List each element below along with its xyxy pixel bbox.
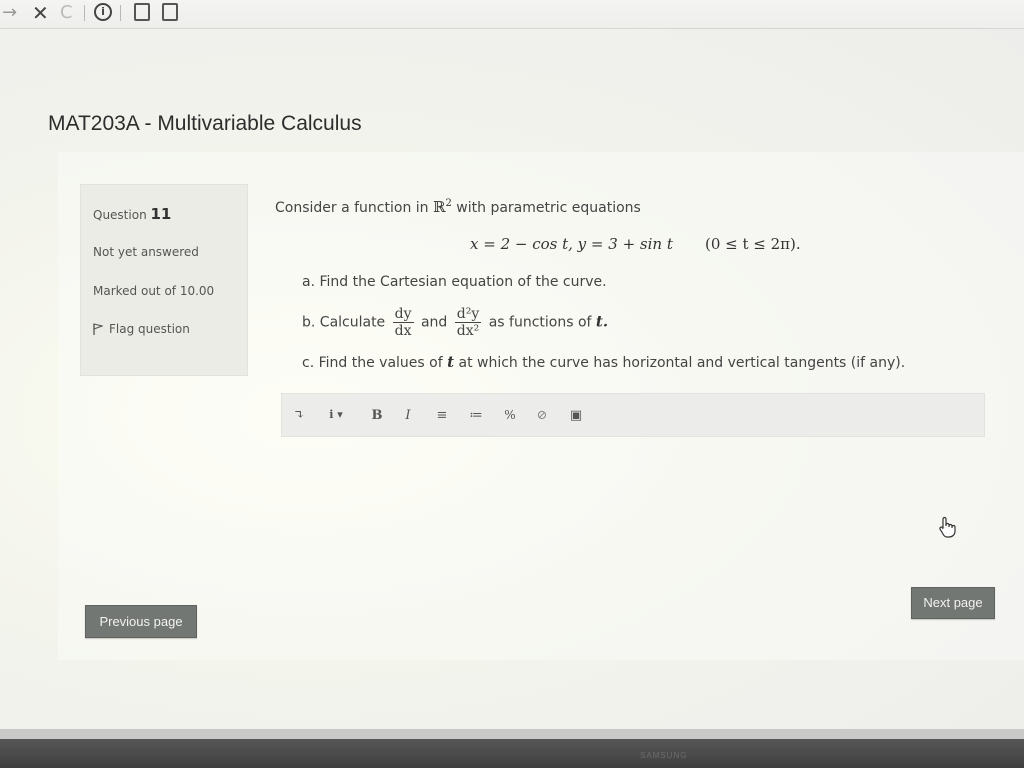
question-status: Not yet answered — [93, 245, 199, 259]
question-intro: Consider a function in ℝ2 with parametri… — [275, 198, 641, 216]
bezel-gap — [0, 729, 1024, 739]
italic-button[interactable]: I — [402, 408, 414, 424]
question-number-row: Question 11 — [93, 205, 171, 223]
answer-editor-toolbar: ↴ i ▾ B I ≡ ≔ % ⊘ ▣ — [281, 393, 985, 437]
parameter-domain: (0 ≤ t ≤ 2π). — [705, 235, 801, 253]
calculator-icon[interactable] — [162, 3, 178, 21]
unlink-icon[interactable]: ⊘ — [534, 408, 550, 424]
reload-icon[interactable]: C — [60, 2, 73, 24]
insert-image-icon[interactable]: ▣ — [568, 408, 584, 424]
question-number: 11 — [150, 205, 172, 223]
part-b-and: and — [420, 314, 448, 331]
monitor-brand: SAMSUNG — [640, 751, 688, 760]
next-page-button[interactable]: Next page — [911, 587, 995, 619]
hand-cursor-icon — [939, 516, 956, 538]
part-a: a. Find the Cartesian equation of the cu… — [302, 274, 607, 290]
first-derivative-fraction: dy dx — [392, 306, 414, 339]
flag-question-label: Flag question — [109, 322, 190, 336]
part-c-text-end: at which the curve has horizontal and ve… — [458, 355, 906, 371]
previous-page-button[interactable]: Previous page — [85, 605, 197, 638]
part-b: b. Calculate dy dx and d²y dx² as functi… — [302, 306, 608, 339]
unordered-list-icon[interactable]: ≡ — [434, 408, 450, 424]
space-symbol: ℝ2 — [433, 198, 452, 216]
part-b-text-end: as functions of — [488, 314, 592, 331]
monitor-bezel: SAMSUNG — [0, 729, 1024, 768]
toolbar-separator — [120, 5, 121, 21]
toolbar-toggle-button[interactable]: ↴ — [292, 408, 306, 424]
flag-icon — [93, 323, 103, 335]
part-c-text: c. Find the values of — [302, 355, 443, 371]
stop-icon[interactable]: ✕ — [32, 2, 49, 24]
question-marks: Marked out of 10.00 — [93, 284, 215, 298]
ordered-list-icon[interactable]: ≔ — [468, 408, 484, 424]
link-icon[interactable]: % — [502, 408, 518, 424]
question-label: Question — [93, 208, 147, 222]
browser-toolbar: → ✕ C i — [0, 0, 1024, 29]
part-c: c. Find the values of t at which the cur… — [302, 353, 905, 371]
question-info-box: Question 11 Not yet answered Marked out … — [80, 184, 248, 376]
bold-button[interactable]: B — [370, 408, 384, 424]
flag-question-link[interactable]: Flag question — [93, 322, 190, 336]
toolbar-separator — [84, 5, 85, 21]
reader-view-icon[interactable] — [134, 3, 150, 21]
part-b-variable: t. — [595, 312, 609, 331]
paragraph-style-button[interactable]: i ▾ — [322, 408, 350, 424]
forward-arrow-icon[interactable]: → — [2, 2, 17, 24]
intro-text: Consider a function in — [275, 200, 429, 216]
part-b-text: b. Calculate — [302, 314, 386, 331]
part-c-variable: t — [447, 353, 455, 371]
intro-text-end: with parametric equations — [456, 200, 641, 216]
course-title: MAT203A - Multivariable Calculus — [48, 112, 362, 135]
info-icon[interactable]: i — [94, 3, 112, 21]
second-derivative-fraction: d²y dx² — [454, 306, 482, 339]
parametric-equations: x = 2 − cos t, y = 3 + sin t — [470, 235, 673, 253]
